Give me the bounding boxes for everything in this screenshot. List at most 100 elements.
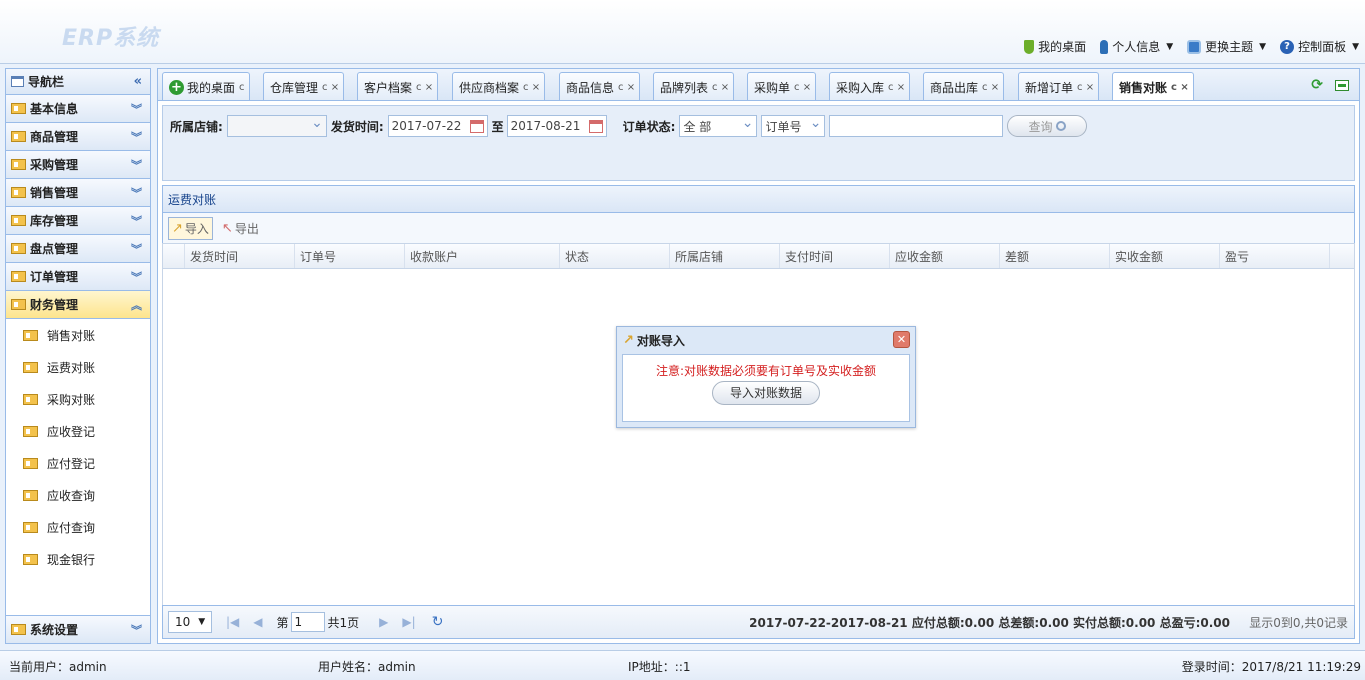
store-select[interactable]	[226, 115, 327, 137]
sidebar-group-purchase[interactable]: 采购管理 ︾	[6, 151, 150, 179]
column-header-account[interactable]: 收款账户	[405, 244, 560, 268]
import-dialog: ↗ 对账导入 ✕ 注意:对账数据必须要有订单号及实收金额 导入对账数据	[616, 326, 916, 428]
prev-page-icon[interactable]: ◀	[253, 615, 262, 629]
header-link-desktop[interactable]: 我的桌面	[1024, 38, 1086, 55]
last-page-icon[interactable]: ▶|	[402, 615, 415, 629]
import-button[interactable]: ↗ 导入	[168, 216, 213, 240]
dialog-note: 注意:对账数据必须要有订单号及实收金额	[655, 364, 877, 378]
chevron-up-icon: ︽	[131, 298, 142, 312]
next-page-icon[interactable]: ▶	[379, 615, 388, 629]
card-icon	[11, 299, 26, 310]
tab-controls[interactable]: c ×	[416, 82, 433, 93]
tab-controls[interactable]: c	[239, 82, 245, 93]
sidebar-group-sales[interactable]: 销售管理 ︾	[6, 179, 150, 207]
tab-controls[interactable]: c ×	[1171, 82, 1189, 93]
refresh-icon[interactable]: ⟳	[1311, 77, 1323, 93]
sidebar-item-receivable-register[interactable]: 应收登记	[6, 415, 150, 447]
import-data-button[interactable]: 导入对账数据	[712, 381, 820, 405]
column-header-ship-time[interactable]: 发货时间	[185, 244, 295, 268]
sidebar-group-orders[interactable]: 订单管理 ︾	[6, 263, 150, 291]
tab-controls[interactable]: c ×	[982, 82, 999, 93]
tab-controls[interactable]: c ×	[523, 82, 540, 93]
column-header-receivable[interactable]: 应收金额	[890, 244, 1000, 268]
column-header-profit-loss[interactable]: 盈亏	[1220, 244, 1330, 268]
calendar-icon[interactable]	[469, 119, 484, 133]
sidebar-item-cash-bank[interactable]: 现金银行	[6, 543, 150, 575]
caret-down-icon: ▼	[1166, 41, 1174, 52]
tab-supplier-archive[interactable]: 供应商档案 c ×	[452, 72, 546, 101]
pager-summary: 2017-07-22-2017-08-21 应付总额:0.00 总差额:0.00…	[749, 615, 1230, 630]
card-icon	[23, 457, 38, 469]
close-icon[interactable]: ✕	[893, 331, 910, 348]
tab-purchase-inbound[interactable]: 采购入库 c ×	[829, 72, 911, 101]
caret-down-icon: ▼	[1352, 41, 1359, 52]
column-header-order-no[interactable]: 订单号	[295, 244, 405, 268]
sidebar-group-finance[interactable]: 财务管理 ︽	[6, 291, 150, 319]
tab-controls[interactable]: c ×	[712, 82, 729, 93]
calendar-icon[interactable]	[588, 119, 603, 133]
sidebar-item-receivable-query[interactable]: 应收查询	[6, 479, 150, 511]
query-button[interactable]: 查询	[1007, 115, 1088, 137]
sidebar-item-payable-query[interactable]: 应付查询	[6, 511, 150, 543]
page-size-select[interactable]: 10 ▼	[168, 611, 212, 633]
maximize-icon[interactable]	[1335, 79, 1349, 91]
collapse-sidebar-button[interactable]: «	[134, 74, 142, 89]
tab-product-info[interactable]: 商品信息 c ×	[559, 72, 641, 101]
card-icon	[11, 243, 26, 254]
tab-my-desktop[interactable]: + 我的桌面 c	[162, 72, 250, 101]
tab-controls[interactable]: c ×	[618, 82, 635, 93]
header-link-control-panel[interactable]: ? 控制面板 ▼	[1280, 38, 1359, 55]
plus-icon: +	[169, 79, 184, 95]
tab-purchase-order[interactable]: 采购单 c ×	[747, 72, 817, 101]
filter-row: 所属店铺: 发货时间: 2017-07-22 至 2017-08-21 订单状态…	[170, 114, 1088, 138]
sidebar-group-inventory[interactable]: 库存管理 ︾	[6, 207, 150, 235]
column-header-received[interactable]: 实收金额	[1110, 244, 1220, 268]
page-number-input[interactable]: 1	[290, 612, 325, 632]
tab-new-order[interactable]: 新增订单 c ×	[1018, 72, 1100, 101]
header-link-theme[interactable]: 更换主题 ▼	[1187, 38, 1266, 55]
card-icon	[23, 361, 38, 373]
sidebar-group-stocktake[interactable]: 盘点管理 ︾	[6, 235, 150, 263]
card-icon	[23, 425, 38, 437]
tab-controls[interactable]: c ×	[888, 82, 905, 93]
reload-icon[interactable]: ↻	[432, 614, 444, 630]
export-button[interactable]: ↖ 导出	[219, 218, 262, 239]
column-header	[163, 244, 185, 268]
card-icon	[23, 521, 38, 533]
record-count: 显示0到0,共0记录	[1249, 615, 1348, 630]
date-from-input[interactable]: 2017-07-22	[387, 115, 488, 137]
tab-controls[interactable]: c ×	[1077, 82, 1094, 93]
column-header-status[interactable]: 状态	[560, 244, 670, 268]
sidebar-item-purchase-reconcile[interactable]: 采购对账	[6, 383, 150, 415]
sidebar-item-payable-register[interactable]: 应付登记	[6, 447, 150, 479]
tab-sales-reconcile[interactable]: 销售对账 c ×	[1112, 72, 1194, 102]
first-page-icon[interactable]: |◀	[226, 615, 239, 629]
tab-product-outbound[interactable]: 商品出库 c ×	[923, 72, 1005, 101]
tab-controls[interactable]: c ×	[794, 82, 811, 93]
sidebar-group-basic-info[interactable]: 基本信息 ︾	[6, 95, 150, 123]
sidebar-group-product[interactable]: 商品管理 ︾	[6, 123, 150, 151]
grid-toolbar: ↗ 导入 ↖ 导出	[162, 213, 1355, 243]
sidebar-group-system-settings[interactable]: 系统设置 ︾	[6, 615, 150, 643]
date-to-input[interactable]: 2017-08-21	[506, 115, 607, 137]
column-header-difference[interactable]: 差额	[1000, 244, 1110, 268]
order-status-label: 订单状态:	[622, 119, 676, 134]
chevron-down-icon: ︾	[131, 158, 142, 172]
order-status-select[interactable]: 全 部	[679, 115, 758, 137]
header-link-profile[interactable]: 个人信息 ▼	[1100, 38, 1173, 55]
column-header-pay-time[interactable]: 支付时间	[780, 244, 890, 268]
tab-controls[interactable]: c ×	[322, 82, 339, 93]
ip-address: IP地址：::1	[628, 660, 691, 674]
tab-customer-archive[interactable]: 客户档案 c ×	[357, 72, 439, 101]
tab-warehouse[interactable]: 仓库管理 c ×	[263, 72, 345, 101]
tab-brand-list[interactable]: 品牌列表 c ×	[653, 72, 735, 101]
sidebar-item-sales-reconcile[interactable]: 销售对账	[6, 319, 150, 351]
sidebar-item-freight-reconcile[interactable]: 运费对账	[6, 351, 150, 383]
theme-icon	[1187, 39, 1202, 54]
search-field-select[interactable]: 订单号	[761, 115, 826, 137]
column-header-store[interactable]: 所属店铺	[670, 244, 780, 268]
current-user: 当前用户：admin	[9, 660, 107, 674]
caret-down-icon: ▼	[1259, 41, 1267, 52]
help-icon: ?	[1280, 39, 1295, 54]
keyword-input[interactable]	[829, 115, 1004, 137]
